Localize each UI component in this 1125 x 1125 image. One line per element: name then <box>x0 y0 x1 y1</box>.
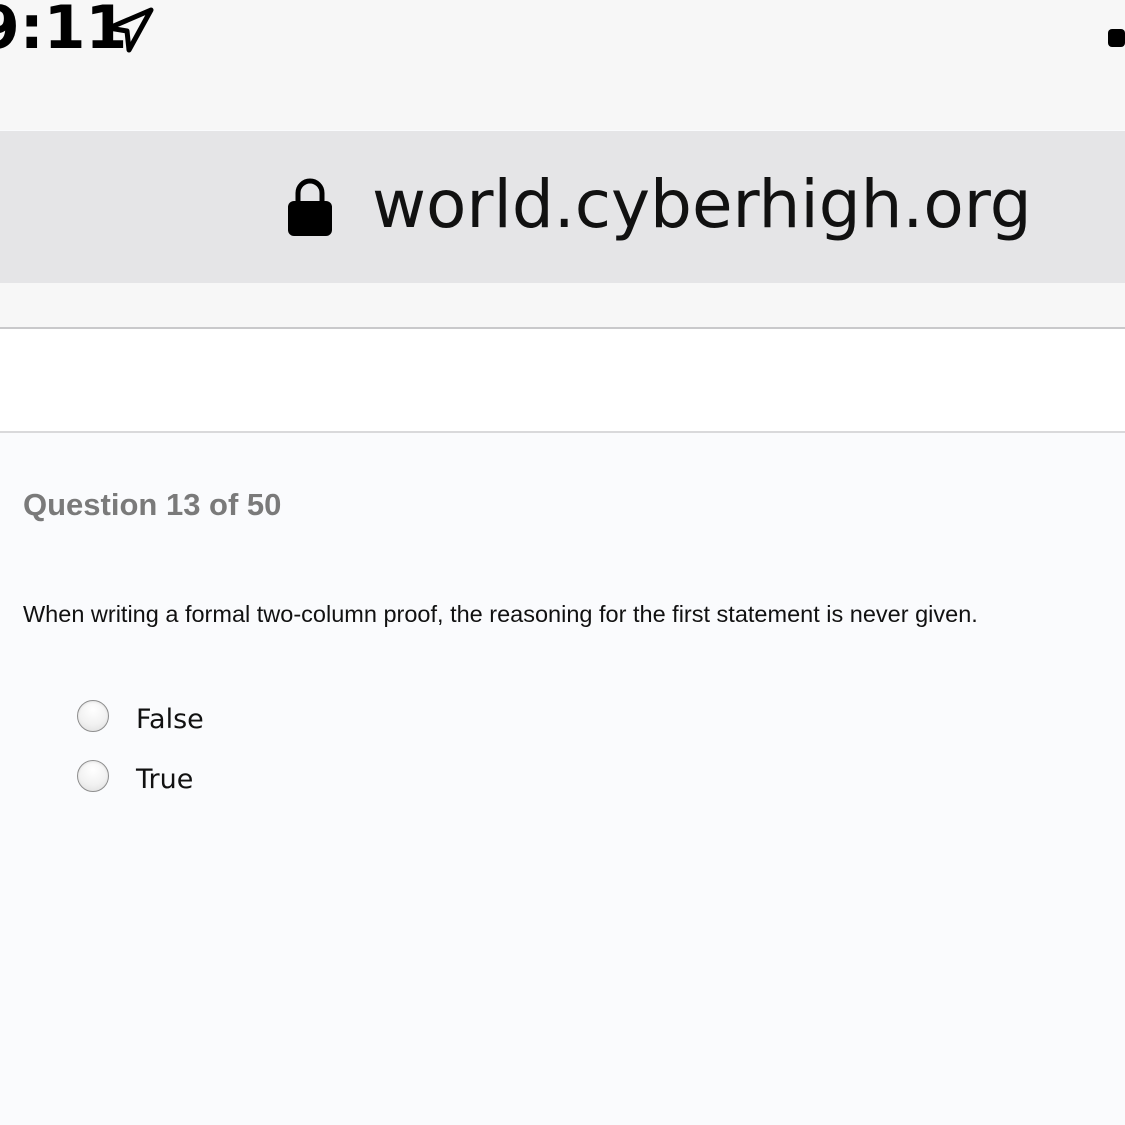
lock-icon <box>288 178 332 236</box>
question-counter: Question 13 of 50 <box>23 487 282 522</box>
question-text: When writing a formal two-column proof, … <box>23 601 978 627</box>
option-label-true[interactable]: True <box>136 763 193 797</box>
toolbar-strip <box>0 283 1125 327</box>
url-text[interactable]: world.cyberhigh.org <box>372 165 1032 245</box>
option-label-false[interactable]: False <box>136 703 204 737</box>
radio-button-false[interactable] <box>77 700 109 732</box>
page-header <box>0 329 1125 431</box>
answer-option-false[interactable]: False <box>77 700 377 740</box>
radio-button-true[interactable] <box>77 760 109 792</box>
answer-option-true[interactable]: True <box>77 760 377 800</box>
divider <box>0 431 1125 433</box>
status-bar: 9:11 <box>0 0 1125 130</box>
battery-icon <box>1108 29 1125 47</box>
location-arrow-icon <box>106 7 154 53</box>
address-bar[interactable]: world.cyberhigh.org <box>0 131 1125 283</box>
